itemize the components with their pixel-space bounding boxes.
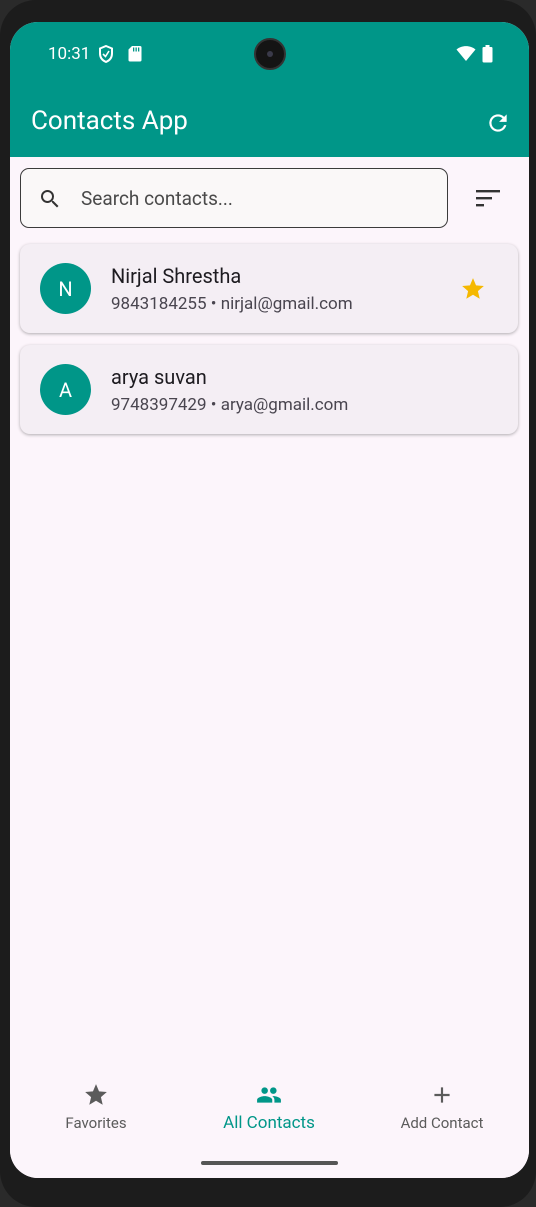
status-bar: 10:31 (10, 22, 529, 88)
people-icon (257, 1087, 281, 1103)
battery-icon (482, 45, 493, 63)
front-camera (254, 38, 286, 70)
contact-card[interactable]: N Nirjal Shrestha 9843184255 • nirjal@gm… (20, 244, 518, 333)
nav-all-contacts[interactable]: All Contacts (189, 1082, 349, 1133)
favorite-star-icon[interactable] (460, 276, 486, 302)
star-icon (85, 1084, 107, 1105)
contact-name: Nirjal Shrestha (111, 264, 242, 288)
plus-icon (434, 1087, 450, 1103)
contact-card[interactable]: A arya suvan 9748397429 • arya@gmail.com (20, 345, 518, 434)
app-title: Contacts App (31, 106, 188, 136)
contact-details: 9843184255 • nirjal@gmail.com (111, 294, 353, 314)
search-box[interactable] (20, 168, 448, 228)
device-frame: 10:31 Contacts App Search contacts... N … (0, 0, 536, 1207)
nav-label: All Contacts (223, 1113, 315, 1133)
nav-favorites[interactable]: Favorites (16, 1082, 176, 1132)
contact-details: 9748397429 • arya@gmail.com (111, 395, 349, 415)
screen: 10:31 Contacts App Search contacts... N … (10, 22, 529, 1178)
shield-icon (99, 45, 113, 63)
search-input[interactable] (81, 169, 436, 227)
avatar: N (40, 263, 91, 314)
status-time: 10:31 (48, 44, 91, 64)
wifi-icon (456, 46, 476, 61)
refresh-icon[interactable] (485, 110, 511, 136)
contact-name: arya suvan (111, 365, 207, 389)
search-icon (41, 190, 59, 208)
nav-label: Favorites (65, 1114, 127, 1132)
sort-icon[interactable] (474, 186, 502, 210)
nav-add-contact[interactable]: Add Contact (362, 1082, 522, 1132)
app-bar: 10:31 Contacts App (10, 22, 529, 157)
sd-card-icon (128, 46, 142, 62)
nav-label: Add Contact (400, 1114, 484, 1132)
home-indicator[interactable] (201, 1161, 338, 1165)
avatar: A (40, 364, 91, 415)
